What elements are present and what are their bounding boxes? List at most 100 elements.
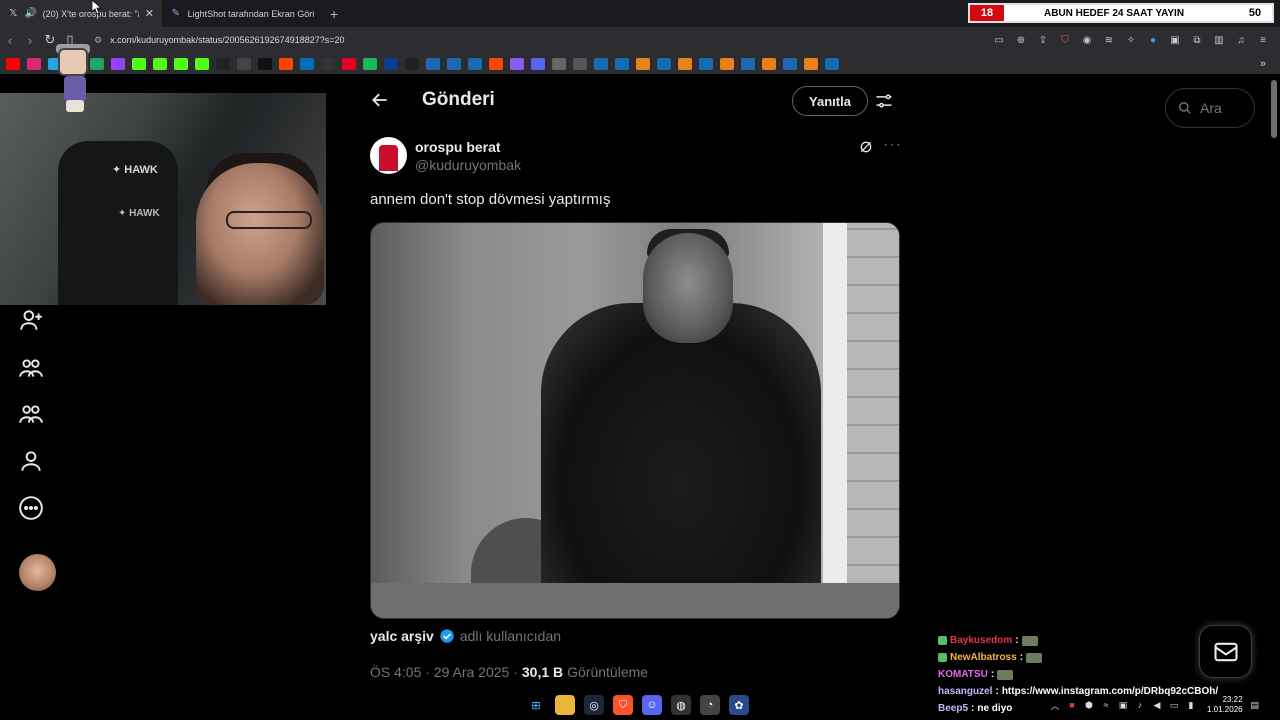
bookmark-kick-icon[interactable] xyxy=(132,57,146,70)
bookmark-steam-icon[interactable] xyxy=(468,57,482,70)
notification-icon[interactable]: ▤ xyxy=(1250,700,1260,710)
puzzle-icon[interactable]: ✧ xyxy=(1124,33,1138,47)
back-icon[interactable]: ‹ xyxy=(0,33,20,48)
tune-icon[interactable] xyxy=(874,91,894,111)
bookmark-steam-icon[interactable] xyxy=(426,57,440,70)
credit-name[interactable]: yalc arşiv xyxy=(370,628,434,644)
communities-icon[interactable] xyxy=(18,355,44,381)
bookmark-kick-icon[interactable] xyxy=(153,57,167,70)
chat-username[interactable]: Baykusedom xyxy=(950,632,1012,649)
post-image[interactable] xyxy=(370,222,900,619)
forward-icon[interactable]: › xyxy=(20,33,40,48)
new-tab-button[interactable]: + xyxy=(322,6,346,22)
reply-button[interactable]: Yanıtla xyxy=(792,86,868,116)
brave-icon[interactable]: ⛉ xyxy=(613,695,633,715)
bookmark-folder-icon[interactable] xyxy=(783,57,797,70)
bookmark-github-icon[interactable] xyxy=(237,57,251,70)
bookmark-paypal-icon[interactable] xyxy=(300,57,314,70)
speaker-icon[interactable]: 🔊 xyxy=(24,8,36,20)
bookmark-pinterest-icon[interactable] xyxy=(342,57,356,70)
follow-icon[interactable] xyxy=(18,307,44,333)
bookmarks-overflow-icon[interactable]: » xyxy=(1260,58,1266,70)
bookmark-folder-icon[interactable] xyxy=(741,57,755,70)
bookmark-discord-icon[interactable] xyxy=(531,57,545,70)
bookmark-instagram-icon[interactable] xyxy=(27,57,41,70)
camera-icon[interactable]: ▣ xyxy=(1118,700,1128,710)
volume-icon[interactable]: ◀ xyxy=(1152,700,1162,710)
messages-button[interactable] xyxy=(1199,625,1252,678)
bookmark-feather-icon[interactable] xyxy=(510,57,524,70)
bookmark-x-icon[interactable] xyxy=(258,57,272,70)
bookmark-folder-icon[interactable] xyxy=(804,57,818,70)
chat-username[interactable]: hasanguzel xyxy=(938,683,992,700)
search-input[interactable]: Ara xyxy=(1165,88,1255,128)
profile-icon[interactable] xyxy=(18,448,44,474)
settings-app-icon[interactable]: ✿ xyxy=(729,695,749,715)
post-time[interactable]: ÖS 4:05 · 29 Ara 2025 · xyxy=(370,664,518,680)
discord-icon[interactable]: ☺ xyxy=(642,695,662,715)
back-arrow-icon[interactable] xyxy=(370,90,390,110)
obs-icon[interactable]: ◍ xyxy=(671,695,691,715)
bookmark-folder-icon[interactable] xyxy=(636,57,650,70)
bookmark-chrome-icon[interactable] xyxy=(552,57,566,70)
bookmark-kick-black-icon[interactable] xyxy=(405,57,419,70)
page-scrollbar[interactable] xyxy=(1271,80,1277,138)
app-icon[interactable]: ◔ xyxy=(700,695,720,715)
zoom-icon[interactable]: ⊕ xyxy=(1014,33,1028,47)
communities-icon[interactable] xyxy=(18,401,44,427)
extension-icon[interactable]: ◉ xyxy=(1080,33,1094,47)
author-name[interactable]: orospu berat xyxy=(415,139,501,155)
mic-icon[interactable]: ♪ xyxy=(1135,700,1145,710)
wifi-icon[interactable]: ≈ xyxy=(1101,700,1111,710)
close-tab-icon[interactable]: ✕ xyxy=(145,7,154,20)
bookmark-kick-icon[interactable] xyxy=(174,57,188,70)
bookmark-folder-icon[interactable] xyxy=(762,57,776,70)
more-options-icon[interactable] xyxy=(18,495,44,521)
bookmark-steam-icon[interactable] xyxy=(594,57,608,70)
bookmark-reddit-icon[interactable] xyxy=(489,57,503,70)
media-icon[interactable]: ♫ xyxy=(1234,33,1248,47)
tab-lightshot[interactable]: ✎ LightShot tarafından Ekran Görüntüsü xyxy=(162,0,322,27)
bookmark-youtube-icon[interactable] xyxy=(6,57,20,70)
brave-shield-icon[interactable]: ⛉ xyxy=(1058,33,1072,47)
share-icon[interactable]: ⇪ xyxy=(1036,33,1050,47)
translate-icon[interactable]: ≋ xyxy=(1102,33,1116,47)
chevron-up-icon[interactable]: ︿ xyxy=(1050,700,1060,711)
battery-icon[interactable]: ▮ xyxy=(1186,700,1196,710)
bookmark-game-icon[interactable] xyxy=(195,57,209,70)
bookmark-folder-icon[interactable] xyxy=(657,57,671,70)
network-icon[interactable]: ▭ xyxy=(1169,700,1179,710)
bookmark-amazon-icon[interactable] xyxy=(321,57,335,70)
bookmark-folder-icon[interactable] xyxy=(573,57,587,70)
bookmark-folder-icon[interactable] xyxy=(699,57,713,70)
bookmark-twitch-icon[interactable] xyxy=(111,57,125,70)
bookmark-steam-icon[interactable] xyxy=(447,57,461,70)
tab-search-icon[interactable]: ▣ xyxy=(1168,33,1182,47)
bookmark-steam-icon[interactable] xyxy=(615,57,629,70)
account-avatar[interactable] xyxy=(19,554,56,591)
bookmark-folder-icon[interactable] xyxy=(720,57,734,70)
windows-start-icon[interactable]: ⊞ xyxy=(526,695,546,715)
chat-username[interactable]: KOMATSU xyxy=(938,666,988,683)
cast-icon[interactable]: ▭ xyxy=(992,33,1006,47)
chat-username[interactable]: NewAlbatross xyxy=(950,649,1017,666)
more-icon[interactable]: ··· xyxy=(883,136,902,154)
sidebar-icon[interactable]: ▥ xyxy=(1212,33,1226,47)
author-avatar[interactable] xyxy=(370,137,407,174)
chat-username[interactable]: Beep5 xyxy=(938,700,968,717)
tray-app-icon[interactable]: ⬢ xyxy=(1084,700,1094,710)
system-clock[interactable]: 23:22 1.01.2026 xyxy=(1207,695,1243,715)
extensions-icon[interactable]: ⧉ xyxy=(1190,33,1204,47)
menu-icon[interactable]: ≡ xyxy=(1256,33,1270,47)
url-field[interactable]: ⚙ x.com/kuduruyombak/status/200562619267… xyxy=(88,30,968,50)
author-handle[interactable]: @kuduruyombak xyxy=(415,157,521,173)
vpn-icon[interactable]: ● xyxy=(1146,33,1160,47)
file-explorer-icon[interactable] xyxy=(555,695,575,715)
bookmark-reddit-icon[interactable] xyxy=(279,57,293,70)
bookmark-music-icon[interactable] xyxy=(363,57,377,70)
bookmark-folder-icon[interactable] xyxy=(825,57,839,70)
steam-icon[interactable]: ◎ xyxy=(584,695,604,715)
bookmark-tiktok-icon[interactable] xyxy=(216,57,230,70)
bookmark-folder-icon[interactable] xyxy=(678,57,692,70)
tray-app-icon[interactable]: ■ xyxy=(1067,700,1077,710)
